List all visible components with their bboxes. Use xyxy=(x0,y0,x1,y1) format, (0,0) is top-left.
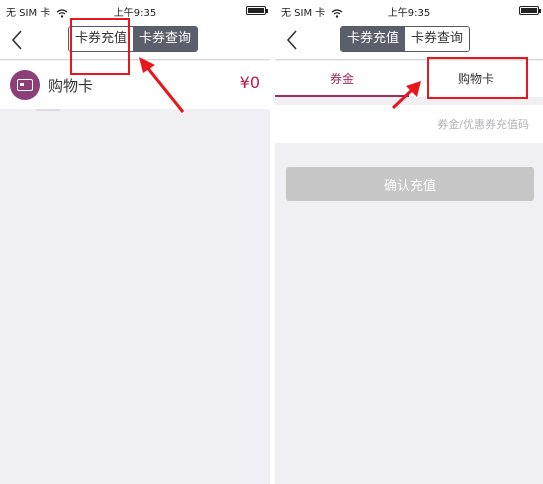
tab-voucher-funds[interactable]: 券金 xyxy=(275,61,409,97)
status-bar: 无 SIM 卡 上午9:35 xyxy=(275,0,543,20)
battery-icon xyxy=(519,6,541,15)
segmented-control: 卡券充值 卡券查询 xyxy=(68,26,199,52)
status-bar: 无 SIM 卡 上午9:35 xyxy=(0,0,270,20)
segment-card-query[interactable]: 卡券查询 xyxy=(405,27,470,51)
status-time: 上午9:35 xyxy=(387,8,431,19)
tab-bar: 券金 购物卡 xyxy=(275,61,543,97)
confirm-recharge-button[interactable]: 确认充值 xyxy=(286,167,534,201)
status-time: 上午9:35 xyxy=(113,8,157,19)
segment-card-recharge[interactable]: 卡券充值 xyxy=(69,27,134,51)
segmented-control: 卡券充值 卡券查询 xyxy=(340,26,471,52)
segment-card-recharge[interactable]: 卡券充值 xyxy=(341,27,406,51)
card-icon xyxy=(10,70,40,100)
right-screen: 无 SIM 卡 上午9:35 卡券充值 卡券查询 券金 购物卡 确认充值 xyxy=(275,0,543,484)
back-chevron-icon[interactable] xyxy=(6,26,32,54)
back-chevron-icon[interactable] xyxy=(281,26,307,54)
nav-bar: 卡券充值 卡券查询 xyxy=(0,20,270,60)
tab-shopping-card[interactable]: 购物卡 xyxy=(409,61,543,97)
card-label: 购物卡 xyxy=(48,77,94,95)
shopping-card-row[interactable]: 购物卡 ¥0 xyxy=(0,61,270,109)
segment-card-query[interactable]: 卡券查询 xyxy=(133,27,198,51)
active-tab-indicator xyxy=(275,95,409,97)
card-balance: ¥0 xyxy=(239,73,260,92)
recharge-code-input[interactable] xyxy=(275,105,543,143)
nav-bar: 卡券充值 卡券查询 xyxy=(275,20,543,60)
divider xyxy=(36,109,60,111)
left-screen: 无 SIM 卡 上午9:35 卡券充值 卡券查询 购物卡 ¥0 xyxy=(0,0,270,484)
battery-icon xyxy=(246,6,268,15)
